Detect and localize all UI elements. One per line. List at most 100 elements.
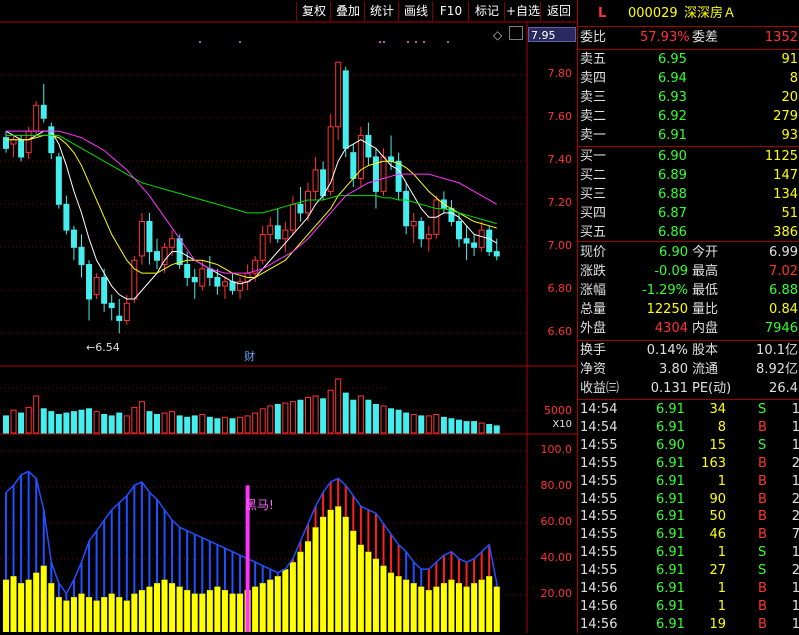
indicator-yellow-bar	[146, 586, 153, 632]
toolbar-button-1[interactable]: 叠加	[330, 2, 365, 21]
bid-price: 6.86	[658, 225, 687, 240]
candle-body	[116, 315, 123, 321]
event-dot	[383, 41, 385, 43]
indicator-yellow-bar	[93, 600, 100, 632]
indicator-yellow-bar	[372, 558, 379, 632]
toolbar-button-4[interactable]: F10	[432, 2, 469, 21]
volume-bar	[86, 408, 93, 434]
indicator-tick-label: 60.00	[540, 515, 573, 528]
quote-label: 今开	[692, 245, 719, 260]
candle-body	[403, 190, 410, 227]
fund-label: 收益㈢	[580, 381, 620, 396]
fundamental-row[interactable]: 收益㈢ 0.131 PE(动) 26.4	[578, 379, 799, 399]
diamond-icon[interactable]: ◇	[493, 28, 502, 42]
volume-bar	[18, 412, 25, 434]
stock-header: L 000029 深深房Ａ	[578, 4, 799, 24]
indicator-yellow-bar	[463, 586, 470, 632]
candle-body	[123, 302, 130, 321]
candle-body	[40, 104, 47, 119]
ask-row[interactable]: 卖二 6.92 279	[578, 107, 799, 127]
bid-row[interactable]: 买四 6.87 51	[578, 204, 799, 224]
indicator-tick-label: 100.0	[540, 443, 573, 456]
ask-volume: 279	[773, 109, 798, 124]
ask-row[interactable]: 卖四 6.94 8	[578, 69, 799, 89]
indicator-yellow-bar	[138, 590, 145, 632]
bid-row[interactable]: 买五 6.86 386	[578, 223, 799, 243]
quote-row[interactable]: 现价 6.90 今开 6.99	[578, 243, 799, 263]
toolbar-button-6[interactable]: +自选	[504, 2, 541, 21]
bid-row[interactable]: 买一 6.90 1125	[578, 147, 799, 167]
low-price-annotation: ←6.54	[86, 341, 120, 354]
candle-body	[138, 221, 145, 257]
ask-row[interactable]: 卖五 6.95 91	[578, 50, 799, 70]
panel-toggle-icon[interactable]	[509, 26, 523, 40]
candle-body	[63, 203, 70, 231]
fund-value: 8.92亿	[756, 362, 798, 377]
volume-bar	[70, 411, 77, 434]
tick-row[interactable]: 14:56 6.91 19 B 1	[578, 615, 799, 635]
candle-body	[169, 238, 176, 248]
tick-count: 1	[791, 616, 799, 632]
kline-chart-area[interactable]: 复权 叠加 统计 画线 F10 标记 +自选 返回 7.80 7.60 7.40 7.20 7.00 6…	[0, 0, 577, 633]
quote-row[interactable]: 外盘 4304 内盘 7946	[578, 319, 799, 339]
toolbar-button-5[interactable]: 标记	[468, 2, 505, 21]
volume-bar	[146, 411, 153, 434]
ask-price: 6.92	[658, 109, 687, 124]
toolbar-button-0[interactable]: 复权	[296, 2, 331, 21]
volume-bar	[93, 411, 100, 434]
volume-bar	[229, 418, 236, 434]
fund-label: PE(动)	[692, 381, 732, 396]
indicator-yellow-bar	[274, 576, 281, 632]
indicator-yellow-bar	[433, 586, 440, 632]
indicator-yellow-bar	[18, 583, 25, 632]
indicator-yellow-bar	[161, 579, 168, 632]
indicator-yellow-bar	[425, 590, 432, 632]
event-dot	[407, 41, 409, 43]
indicator-yellow-bar	[169, 583, 176, 632]
volume-bar	[176, 415, 183, 434]
bid-row[interactable]: 买三 6.88 134	[578, 185, 799, 205]
volume-bar	[78, 409, 85, 434]
candle-body	[229, 281, 236, 291]
volume-bar	[108, 415, 115, 434]
volume-bar	[55, 413, 62, 434]
toolbar-button-7[interactable]: 返回	[540, 2, 577, 21]
candle-body	[18, 139, 25, 158]
candle-body	[342, 70, 349, 149]
quote-row[interactable]: 总量 12250 量比 0.84	[578, 300, 799, 320]
fundamental-row[interactable]: 换手 0.14% 股本 10.1亿	[578, 341, 799, 361]
ask-label: 卖三	[580, 90, 607, 105]
ask-row[interactable]: 卖三 6.93 20	[578, 88, 799, 108]
indicator-yellow-bar	[395, 576, 402, 632]
ask-price: 6.91	[658, 128, 687, 143]
quote-row[interactable]: 涨跌 -0.09 最高 7.02	[578, 262, 799, 282]
quote-row[interactable]: 涨幅 -1.29% 最低 6.88	[578, 281, 799, 301]
volume-bar	[199, 413, 206, 434]
volume-bar	[463, 421, 470, 434]
ask-row[interactable]: 卖一 6.91 93	[578, 126, 799, 146]
finance-event-marker[interactable]: 财	[244, 348, 255, 364]
candle-body	[199, 268, 206, 287]
price-tick-label: 7.40	[547, 153, 573, 166]
quote-label: 现价	[580, 245, 607, 260]
fundamental-row[interactable]: 净资 3.80 流通 8.92亿	[578, 360, 799, 380]
moving-average-line	[5, 130, 497, 300]
indicator-tick-label: 80.00	[540, 479, 573, 492]
stock-code: 000029	[628, 6, 678, 21]
toolbar-button-3[interactable]: 画线	[398, 2, 433, 21]
candle-body	[471, 242, 478, 248]
indicator-yellow-bar	[252, 586, 259, 632]
volume-bar	[327, 389, 334, 434]
indicator-yellow-bar	[388, 572, 395, 632]
ask-volume: 8	[789, 71, 798, 86]
toolbar-button-2[interactable]: 统计	[364, 2, 399, 21]
bid-price: 6.88	[658, 187, 687, 202]
candle-body	[33, 104, 40, 132]
quote-value: 6.99	[769, 245, 798, 260]
volume-axis-tick: 5000	[544, 404, 572, 417]
bid-row[interactable]: 买二 6.89 147	[578, 166, 799, 186]
volume-bar	[388, 408, 395, 434]
chart-canvas[interactable]	[0, 0, 577, 633]
volume-bar	[206, 416, 213, 434]
ask-volume: 20	[781, 90, 798, 105]
